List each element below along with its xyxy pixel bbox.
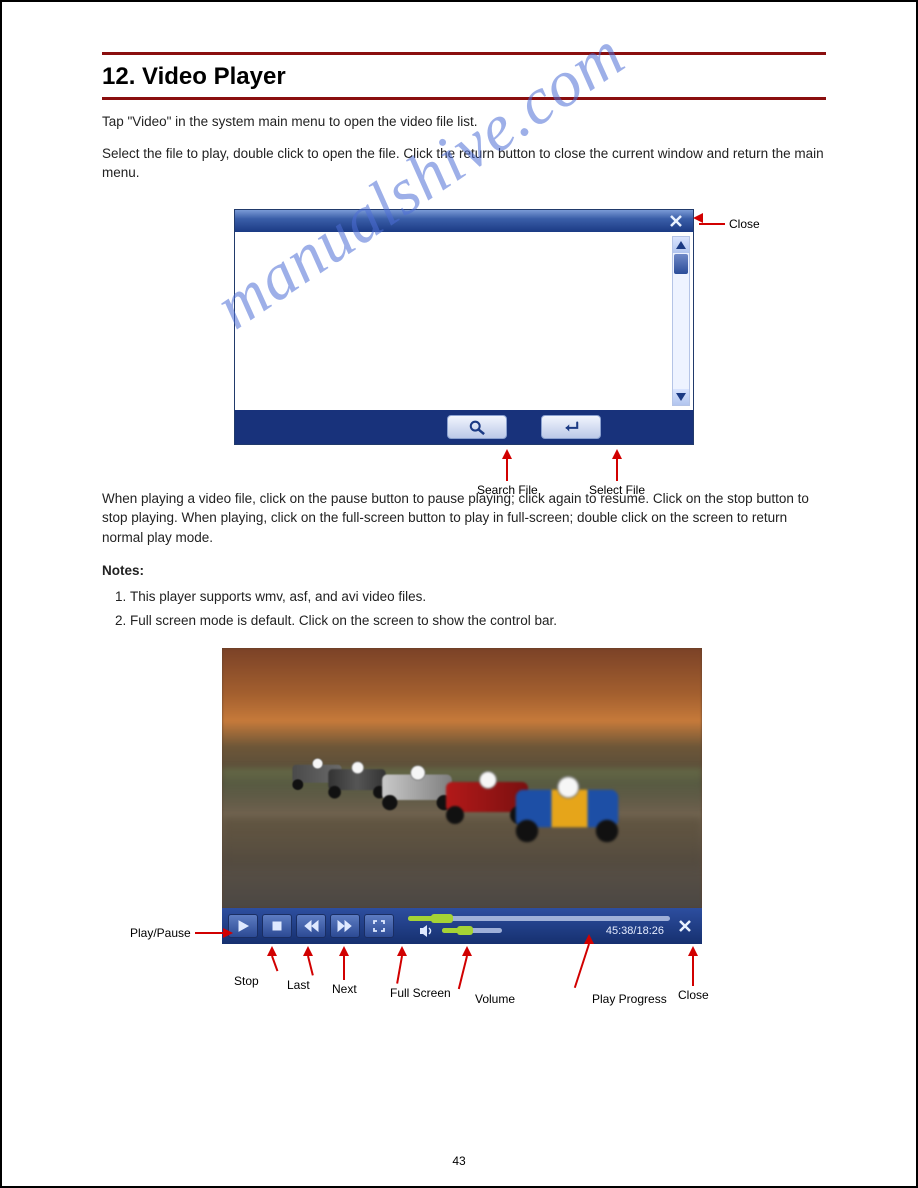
- progress-label: Play Progress: [592, 992, 667, 1006]
- top-divider-1: [102, 52, 826, 55]
- arrow-icon: [339, 946, 349, 956]
- arrow-line: [692, 956, 694, 986]
- file-browser-close-button[interactable]: [665, 212, 687, 230]
- intro-p1: Tap "Video" in the system main menu to o…: [102, 112, 826, 132]
- chevron-up-icon: [676, 241, 686, 249]
- search-icon: [467, 419, 487, 435]
- file-browser-list[interactable]: [235, 232, 693, 410]
- arrow-icon: [303, 946, 313, 956]
- next-label: Next: [332, 982, 357, 996]
- close-icon: [669, 214, 683, 228]
- video-close-button[interactable]: [674, 915, 696, 937]
- arrow-line: [616, 459, 618, 481]
- page-number: 43: [2, 1154, 916, 1168]
- prev-button[interactable]: [296, 914, 326, 938]
- video-display[interactable]: [222, 648, 702, 908]
- search-callout: Search File: [477, 483, 538, 497]
- second-p1: When playing a video file, click on the …: [102, 489, 826, 548]
- stop-button[interactable]: [262, 914, 292, 938]
- note-item: Full screen mode is default. Click on th…: [130, 611, 826, 631]
- play-label: Play/Pause: [130, 926, 191, 940]
- video-control-bar: 45:38/18:26: [222, 908, 702, 944]
- close-label: Close: [678, 988, 709, 1002]
- scroll-up-button[interactable]: [673, 237, 689, 253]
- next-icon: [337, 919, 353, 933]
- select-callout: Select File: [589, 483, 645, 497]
- intro-text: Tap "Video" in the system main menu to o…: [102, 112, 826, 183]
- notes-list: This player supports wmv, asf, and avi v…: [102, 587, 826, 630]
- scroll-down-button[interactable]: [673, 389, 689, 405]
- search-file-button[interactable]: [447, 415, 507, 439]
- file-browser-bottombar: [235, 410, 693, 444]
- fullscreen-icon: [371, 919, 387, 933]
- arrow-icon: [397, 946, 407, 956]
- arrow-line: [396, 956, 403, 984]
- section-title: 12. Video Player: [102, 63, 826, 91]
- note-item: This player supports wmv, asf, and avi v…: [130, 587, 826, 607]
- notes-title: Notes:: [102, 561, 826, 581]
- stop-label: Stop: [234, 974, 259, 988]
- arrow-line: [271, 956, 278, 972]
- arrow-line: [195, 932, 223, 934]
- top-divider-2: [102, 97, 826, 100]
- close-callout: Close: [729, 217, 760, 231]
- intro-p2: Select the file to play, double click to…: [102, 144, 826, 183]
- volume-label: Volume: [475, 992, 515, 1006]
- arrow-line: [343, 956, 345, 980]
- arrow-icon: [693, 213, 703, 223]
- second-text: When playing a video file, click on the …: [102, 489, 826, 630]
- next-button[interactable]: [330, 914, 360, 938]
- arrow-line: [699, 223, 725, 225]
- arrow-icon: [612, 449, 622, 459]
- volume-slider[interactable]: [442, 928, 502, 933]
- file-browser-panel: [234, 209, 694, 445]
- arrow-icon: [462, 946, 472, 956]
- arrow-line: [574, 944, 590, 988]
- stop-icon: [269, 919, 285, 933]
- prev-icon: [303, 919, 319, 933]
- fullscreen-button[interactable]: [364, 914, 394, 938]
- arrow-line: [307, 956, 314, 976]
- scrollbar[interactable]: [672, 236, 690, 406]
- play-icon: [235, 919, 251, 933]
- select-file-button[interactable]: [541, 415, 601, 439]
- close-icon: [677, 918, 693, 934]
- prev-label: Last: [287, 978, 310, 992]
- progress-slider[interactable]: [408, 916, 670, 921]
- arrow-line: [458, 956, 468, 989]
- arrow-icon: [502, 449, 512, 459]
- arrow-icon: [688, 946, 698, 956]
- speaker-icon: [418, 923, 436, 939]
- arrow-icon: [223, 928, 233, 938]
- arrow-icon: [584, 934, 594, 944]
- arrow-line: [506, 459, 508, 481]
- fullscreen-label: Full Screen: [390, 986, 451, 1000]
- chevron-down-icon: [676, 393, 686, 401]
- enter-icon: [561, 419, 581, 435]
- scroll-thumb[interactable]: [674, 254, 688, 274]
- file-browser-titlebar: [235, 210, 693, 232]
